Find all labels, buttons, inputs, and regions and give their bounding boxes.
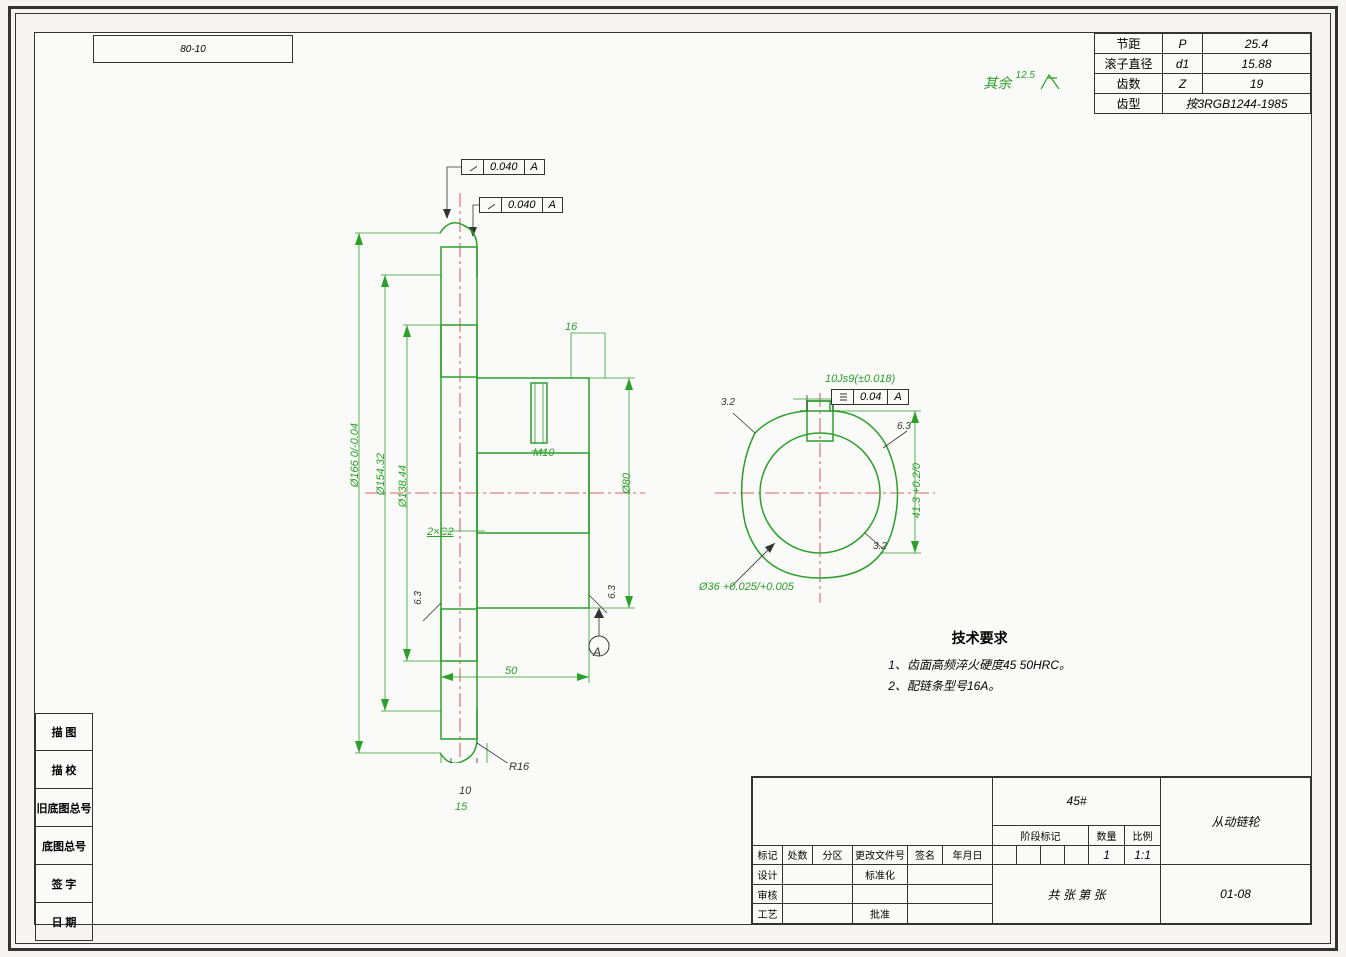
- dim-chamfer: 2×C2: [427, 526, 454, 538]
- left-revision-column: 描 图 描 校 旧底图总号 底图总号 签 字 日 期: [35, 713, 93, 941]
- main-section-view: [345, 183, 665, 768]
- param-row-0-val: 25.4: [1203, 34, 1311, 54]
- tb-h-zone: 分区: [813, 845, 853, 865]
- tb-h-cnt: 处数: [783, 845, 813, 865]
- tb-h-doc: 更改文件号: [853, 845, 908, 865]
- dim-10: 10: [459, 785, 471, 797]
- tb-check: 审核: [753, 884, 783, 904]
- param-row-2-label: 齿数: [1095, 74, 1163, 94]
- dim-16: 16: [565, 321, 577, 333]
- tb-qty: 1: [1089, 845, 1125, 865]
- datum-a-label: A: [593, 645, 601, 659]
- fcf3-datum: A: [888, 390, 907, 404]
- param-row-3-val: 按3RGB1244-1985: [1163, 94, 1311, 114]
- fcf3-symmetry-icon: [832, 390, 854, 404]
- title-block: 45# 从动链轮 阶段标记 数量 比例 标记 处数 分区 更改文件号 签名: [751, 776, 1311, 924]
- dim-d36: Ø36 +0.025/+0.005: [699, 581, 794, 593]
- tb-scale-h: 比例: [1125, 825, 1161, 845]
- dim-15: 15: [455, 801, 467, 813]
- dim-d166: Ø166 0/-0.04: [349, 423, 361, 487]
- technical-requirements: 技术要求 1、齿面高频淬火硬度45 50HRC。 2、配链条型号16A。: [888, 628, 1071, 698]
- techreq-title: 技术要求: [888, 628, 1071, 648]
- fcf-symmetry: 0.04 A: [831, 389, 909, 405]
- parameter-table: 节距 P 25.4 滚子直径 d1 15.88 齿数 Z 19 齿型 按3RGB…: [1094, 33, 1311, 114]
- dim-d80: Ø80: [621, 473, 633, 494]
- tb-tech: 工艺: [753, 904, 783, 924]
- code-text: 80-10: [180, 44, 206, 55]
- fcf1-datum: A: [525, 160, 544, 174]
- dim-h41: 41.3 +0.2/0: [911, 463, 923, 518]
- left-box-3: 底图总号: [35, 827, 93, 865]
- param-row-1-val: 15.88: [1203, 54, 1311, 74]
- param-row-2-sym: Z: [1163, 74, 1203, 94]
- qy-label: 其余: [984, 73, 1012, 93]
- tb-design: 设计: [753, 865, 783, 885]
- surf-32b: 3.2: [873, 541, 887, 552]
- left-box-0: 描 图: [35, 713, 93, 751]
- surf-32: 3.2: [721, 397, 735, 408]
- tb-part-name: 从动链轮: [1161, 778, 1311, 865]
- fcf1-tol: 0.040: [484, 160, 525, 174]
- tb-h-sig: 签名: [908, 845, 943, 865]
- left-box-4: 签 字: [35, 865, 93, 903]
- param-row-1-sym: d1: [1163, 54, 1203, 74]
- tb-stage-h: 阶段标记: [993, 825, 1089, 845]
- dim-d138: Ø138.44: [397, 465, 409, 507]
- tb-drawing-no: 01-08: [1161, 865, 1311, 924]
- left-box-2: 旧底图总号: [35, 789, 93, 827]
- qy-value: 12.5: [1016, 70, 1035, 81]
- tb-sheets-h: 数量: [1089, 825, 1125, 845]
- surf-63a: 6.3: [413, 591, 424, 605]
- surface-symbol-icon: [1039, 73, 1061, 93]
- tb-org: 共 张 第 张: [993, 865, 1161, 924]
- param-row-1-label: 滚子直径: [1095, 54, 1163, 74]
- param-row-0-sym: P: [1163, 34, 1203, 54]
- fcf3-tol: 0.04: [854, 390, 888, 404]
- left-box-5: 日 期: [35, 903, 93, 941]
- tb-std: 标准化: [853, 865, 908, 885]
- param-row-0-label: 节距: [1095, 34, 1163, 54]
- techreq-2: 2、配链条型号16A。: [888, 677, 1071, 694]
- drawing-number-small: 80-10: [93, 35, 293, 63]
- tb-material: 45#: [993, 778, 1161, 826]
- dim-r16: R16: [509, 761, 529, 773]
- tb-scale: 1:1: [1125, 845, 1161, 865]
- dim-key-tol: 10Js9(±0.018): [825, 373, 895, 385]
- surface-finish-general: 其余 12.5: [984, 73, 1061, 93]
- tb-approve: 批准: [853, 904, 908, 924]
- param-row-3-label: 齿型: [1095, 94, 1163, 114]
- tb-h-mark: 标记: [753, 845, 783, 865]
- fcf1-runout-icon: [462, 160, 484, 174]
- surf-63c: 6.3: [897, 421, 911, 432]
- dim-50: 50: [505, 665, 517, 677]
- surf-63b: 6.3: [607, 585, 618, 599]
- tb-h-date: 年月日: [943, 845, 993, 865]
- dim-m10: M10: [533, 447, 554, 459]
- fcf-runout-1: 0.040 A: [461, 159, 545, 175]
- left-box-1: 描 校: [35, 751, 93, 789]
- dim-d154: Ø154.32: [375, 453, 387, 495]
- param-row-2-val: 19: [1203, 74, 1311, 94]
- drawing-canvas: 80-10 描 图 描 校 旧底图总号 底图总号 签 字 日 期 节距 P 25…: [34, 32, 1312, 925]
- techreq-1: 1、齿面高频淬火硬度45 50HRC。: [888, 656, 1071, 673]
